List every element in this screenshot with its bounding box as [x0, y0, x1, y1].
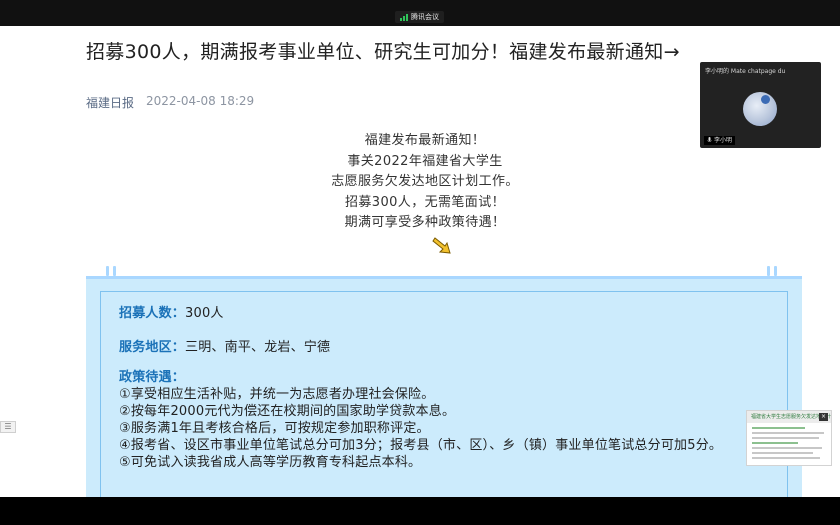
policy-item: ②按每年2000元代为偿还在校期间的国家助学贷款本息。 — [119, 404, 456, 419]
participant-video-tile[interactable]: 李小明的 Mate chatpage du 李小明 — [700, 62, 821, 148]
policy-item: ⑤可免试入读我省成人高等学历教育专科起点本科。 — [119, 455, 422, 470]
avatar — [743, 92, 777, 126]
screen-share-preview[interactable]: 福建省大学生志愿服务欠发达地区计划 × — [746, 410, 832, 466]
down-right-arrow-icon — [432, 237, 451, 254]
info-panel: 招募人数：300人 服务地区：三明、南平、龙岩、宁德 政策待遇： ①享受相应生活… — [86, 276, 802, 497]
mic-status: 李小明 — [704, 136, 736, 145]
article-source[interactable]: 福建日报 — [86, 94, 134, 111]
intro-line: 事关2022年福建省大学生 — [347, 153, 503, 169]
meeting-bottom-bar — [0, 497, 840, 525]
policy-item: ④报考省、设区市事业单位笔试总分可加3分；报考县（市、区）、乡（镇）事业单位笔试… — [119, 438, 723, 453]
article-date: 2022-04-08 18:29 — [146, 94, 255, 108]
meeting-title: 腾讯会议 — [411, 13, 439, 21]
article-meta: 福建日报 2022-04-08 18:29 — [86, 94, 254, 111]
area-line: 服务地区：三明、南平、龙岩、宁德 — [119, 336, 330, 355]
policy-item: ①享受相应生活补贴，并统一为志愿者办理社会保险。 — [119, 387, 435, 402]
participant-name: 李小明的 Mate chatpage du — [705, 68, 786, 75]
intro-line: 志愿服务欠发达地区计划工作。 — [331, 174, 519, 189]
policy-section: 政策待遇： ①享受相应生活补贴，并统一为志愿者办理社会保险。 ②按每年2000元… — [119, 369, 779, 471]
area-value: 三明、南平、龙岩、宁德 — [185, 340, 331, 355]
share-preview-content — [752, 427, 828, 462]
intro-line: 福建发布最新通知！ — [364, 133, 486, 148]
area-label: 服务地区： — [119, 340, 186, 355]
article-title: 招募300人，期满报考事业单位、研究生可加分！福建发布最新通知→ — [86, 41, 680, 63]
mic-label: 李小明 — [714, 137, 733, 144]
avatar-badge — [761, 95, 770, 104]
policy-label: 政策待遇： — [119, 370, 186, 385]
meeting-top-bar: 腾讯会议 — [0, 0, 840, 26]
close-icon[interactable]: × — [819, 413, 828, 421]
intro-line: 期满可享受多种政策待遇！ — [344, 215, 506, 230]
sidebar-toggle-icon[interactable]: ☰ — [0, 421, 16, 433]
intro-line: 招募300人，无需笔面试！ — [344, 194, 505, 210]
mic-icon — [707, 137, 712, 143]
recruit-label: 招募人数： — [119, 306, 186, 321]
policy-item: ③服务满1年且考核合格后，可按规定参加职称评定。 — [119, 421, 430, 436]
article-intro: 福建发布最新通知！ 事关2022年福建省大学生 志愿服务欠发达地区计划工作。 招… — [260, 131, 590, 234]
recruit-value: 300人 — [185, 306, 224, 321]
recruit-line: 招募人数：300人 — [119, 302, 224, 321]
meeting-info-pill[interactable]: 腾讯会议 — [395, 11, 444, 23]
signal-icon — [400, 13, 408, 21]
